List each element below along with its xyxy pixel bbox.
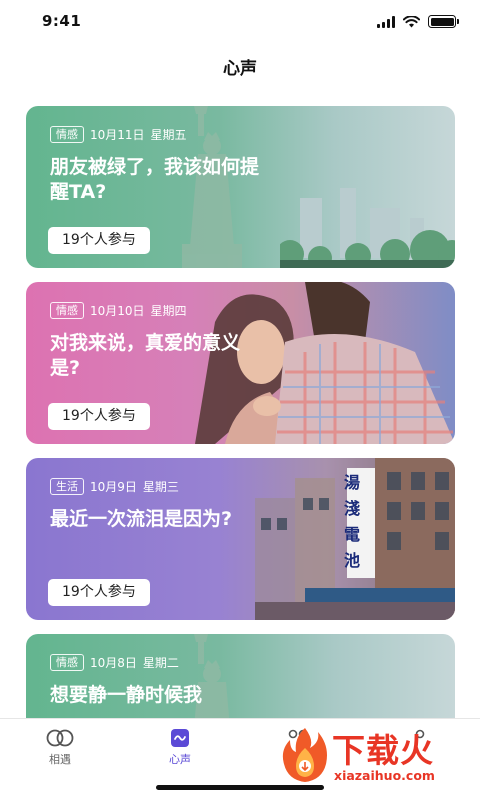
tab-meet[interactable]: 相遇: [30, 727, 90, 767]
card-title: 最近一次流泪是因为?: [50, 508, 233, 530]
tab-label: 相遇: [49, 753, 71, 766]
status-icons: [377, 15, 459, 28]
category-tag: 情感: [50, 126, 84, 143]
home-indicator: [156, 785, 324, 790]
watermark: 下载火 xiazaihuo.com: [280, 722, 470, 792]
topic-card[interactable]: 情感 10月11日 星期五 朋友被绿了，我该如何提醒TA? 19个人参与: [26, 106, 455, 268]
tab-voice[interactable]: 心声: [150, 727, 210, 767]
voice-wave-icon: [171, 729, 189, 747]
flame-logo-icon: [282, 728, 327, 782]
card-date: 10月8日: [90, 656, 137, 670]
status-time: 9:41: [42, 12, 82, 30]
card-title: 对我来说，真爱的意义是?: [50, 332, 241, 379]
tab-label: 心声: [169, 753, 191, 766]
participants-button[interactable]: 19个人参与: [48, 227, 150, 254]
card-weekday: 星期四: [150, 304, 187, 318]
topic-feed[interactable]: 情感 10月11日 星期五 朋友被绿了，我该如何提醒TA? 19个人参与 情感 …: [26, 106, 455, 718]
page-title: 心声: [223, 59, 257, 79]
participants-button[interactable]: 19个人参与: [48, 403, 150, 430]
card-date: 10月10日: [90, 304, 145, 318]
category-tag: 生活: [50, 478, 84, 495]
card-weekday: 星期二: [142, 656, 179, 670]
card-weekday: 星期五: [150, 128, 187, 142]
watermark-title: 下载火: [332, 731, 434, 770]
cellular-signal-icon: [377, 15, 395, 28]
watermark-url: xiazaihuo.com: [334, 768, 435, 783]
status-bar: 9:41: [0, 0, 480, 44]
card-weekday: 星期三: [142, 480, 179, 494]
card-title: 朋友被绿了，我该如何提醒TA?: [50, 156, 260, 203]
battery-icon: [428, 15, 459, 28]
topic-card[interactable]: 情感 10月10日 星期四 对我来说，真爱的意义是? 19个人参与: [26, 282, 455, 444]
category-tag: 情感: [50, 654, 84, 671]
wifi-icon: [403, 15, 420, 27]
card-date: 10月9日: [90, 480, 137, 494]
participants-button[interactable]: 19个人参与: [48, 579, 150, 606]
tab-bar: 相遇 心声 下载火 xiazaihuo.com: [0, 718, 480, 800]
card-title: 想要静一静时候我: [50, 684, 203, 706]
two-circles-icon: [46, 729, 74, 747]
card-date: 10月11日: [90, 128, 145, 142]
category-tag: 情感: [50, 302, 84, 319]
topic-card[interactable]: 湯 淺 電 池 生活 10月9日 星期三 最近一次流泪是因为? 19个人参与: [26, 458, 455, 620]
topic-card[interactable]: 情感 10月8日 星期二 想要静一静时候我: [26, 634, 455, 718]
